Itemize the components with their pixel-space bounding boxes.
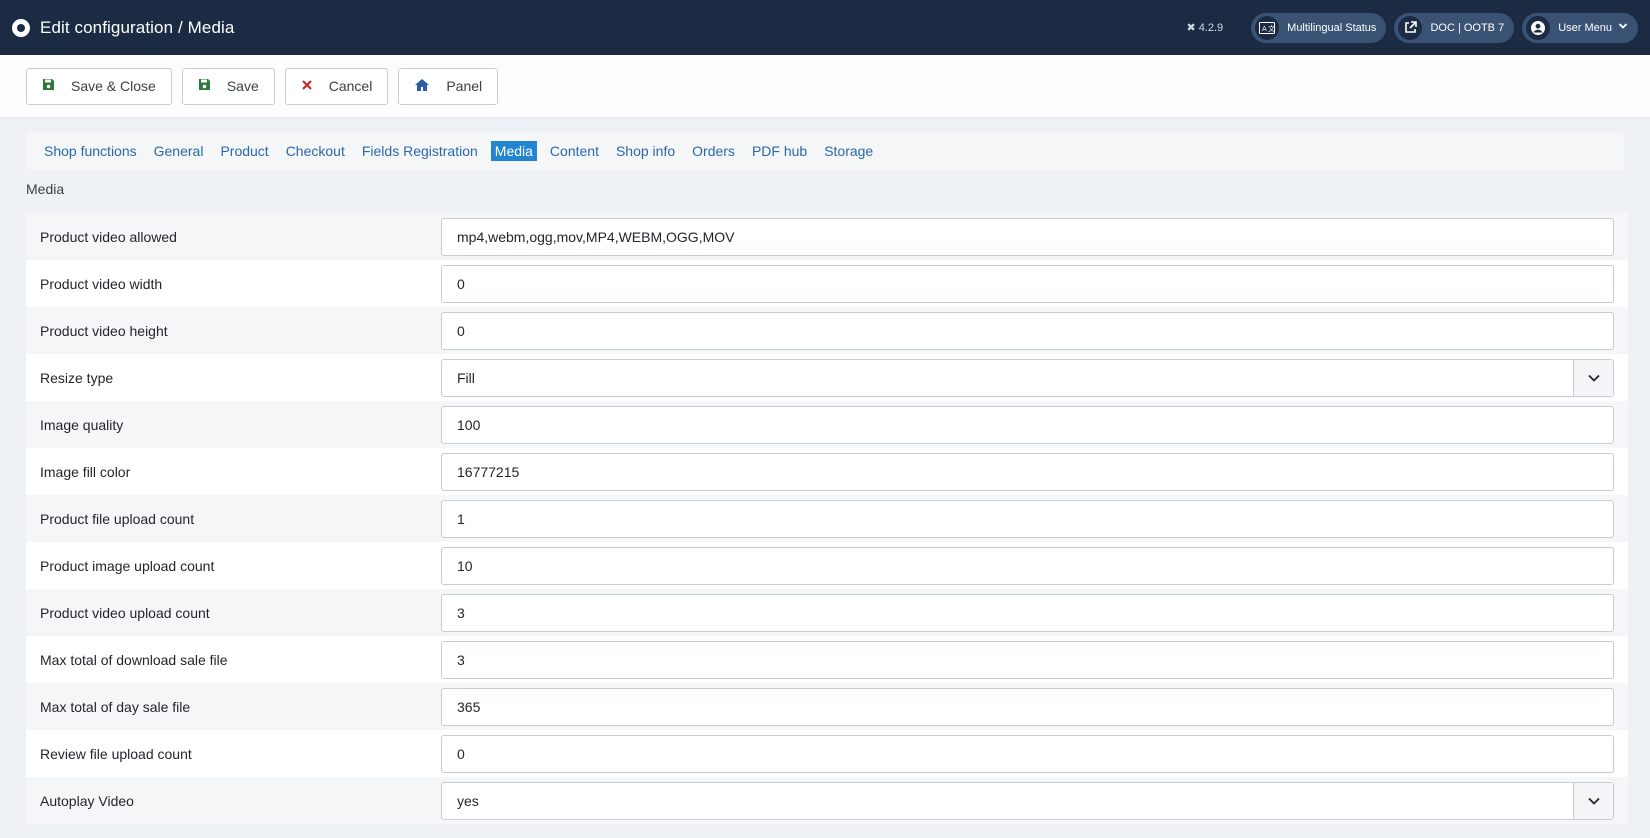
form-row: Max total of download sale file 3 [26, 636, 1628, 683]
select-value: Fill [457, 369, 475, 386]
image-quality-input[interactable]: 100 [441, 405, 1614, 444]
field-label: Image fill color [40, 463, 131, 480]
chevron-down-icon [1618, 21, 1628, 34]
autoplay-video-select[interactable]: yes [441, 781, 1614, 820]
joomla-icon: ✖ [1186, 22, 1196, 34]
save-and-close-label: Save & Close [71, 78, 156, 94]
field-label: Product image upload count [40, 557, 215, 574]
resize-type-select[interactable]: Fill [441, 358, 1614, 397]
multilingual-status-label: Multilingual Status [1287, 21, 1377, 34]
chevron-down-icon [1573, 359, 1613, 396]
form-row: Product video height 0 [26, 307, 1628, 354]
max-day-sale-file-input[interactable]: 365 [441, 687, 1614, 726]
version-info: ✖ 4.2.9 [1186, 21, 1224, 35]
tab-content[interactable]: Content [546, 141, 603, 161]
toolbar: Save & Close Save Cancel Panel [0, 55, 1650, 118]
product-video-allowed-input[interactable]: mp4,webm,ogg,mov,MP4,WEBM,OGG,MOV [441, 217, 1614, 256]
tab-general[interactable]: General [150, 141, 208, 161]
tab-orders[interactable]: Orders [688, 141, 739, 161]
field-label: Product video allowed [40, 228, 177, 245]
save-icon [198, 78, 211, 94]
panel-button[interactable]: Panel [398, 67, 499, 105]
field-label: Product file upload count [40, 510, 195, 527]
form-row: Resize type Fill [26, 354, 1628, 401]
tab-fields-registration[interactable]: Fields Registration [358, 141, 482, 161]
form-row: Product video allowed mp4,webm,ogg,mov,M… [26, 213, 1628, 260]
svg-text:A: A [1262, 25, 1267, 33]
page-title: Edit configuration / Media [40, 17, 235, 37]
field-label: Autoplay Video [40, 792, 134, 809]
panel-label: Panel [446, 78, 483, 94]
user-icon [1526, 15, 1551, 40]
product-file-upload-count-input[interactable]: 1 [441, 499, 1614, 538]
doc-site-button[interactable]: DOC | OOTB 7 [1394, 12, 1515, 43]
form-row: Product file upload count 1 [26, 495, 1628, 542]
doc-site-label: DOC | OOTB 7 [1430, 21, 1505, 34]
review-file-upload-count-input[interactable]: 0 [441, 734, 1614, 773]
save-button[interactable]: Save [181, 67, 275, 105]
close-icon [301, 79, 313, 94]
form-row: Product image upload count 10 [26, 542, 1628, 589]
language-icon: A文 [1255, 15, 1280, 40]
tab-pdf-hub[interactable]: PDF hub [748, 141, 811, 161]
multilingual-status-button[interactable]: A文 Multilingual Status [1251, 12, 1387, 43]
field-label: Product video height [40, 322, 168, 339]
field-label: Review file upload count [40, 745, 192, 762]
field-label: Image quality [40, 416, 124, 433]
section-title: Media [26, 181, 65, 197]
chevron-down-icon [1573, 782, 1613, 819]
config-tabs: Shop functions General Product Checkout … [26, 132, 1624, 170]
tab-product[interactable]: Product [216, 141, 272, 161]
max-download-sale-file-input[interactable]: 3 [441, 640, 1614, 679]
tab-shop-info[interactable]: Shop info [612, 141, 679, 161]
home-icon [414, 78, 430, 95]
user-menu-button[interactable]: User Menu [1522, 12, 1638, 43]
tab-checkout[interactable]: Checkout [282, 141, 349, 161]
form-row: Review file upload count 0 [26, 730, 1628, 777]
save-icon [42, 78, 55, 94]
user-menu-label: User Menu [1558, 21, 1612, 34]
form-row: Image quality 100 [26, 401, 1628, 448]
product-image-upload-count-input[interactable]: 10 [441, 546, 1614, 585]
external-link-icon [1398, 15, 1423, 40]
form-row: Max total of day sale file 365 [26, 683, 1628, 730]
save-label: Save [226, 78, 259, 94]
form-row: Image fill color 16777215 [26, 448, 1628, 495]
field-label: Product video width [40, 275, 163, 292]
field-label: Product video upload count [40, 604, 210, 621]
tab-storage[interactable]: Storage [820, 141, 877, 161]
app-header: Edit configuration / Media ✖ 4.2.9 A文 Mu… [0, 0, 1650, 55]
field-label: Resize type [40, 369, 114, 386]
form-row: Product video upload count 3 [26, 589, 1628, 636]
form-row: Product video width 0 [26, 260, 1628, 307]
field-label: Max total of day sale file [40, 698, 191, 715]
joomla-logo-icon [12, 18, 30, 37]
product-video-height-input[interactable]: 0 [441, 311, 1614, 350]
image-fill-color-input[interactable]: 16777215 [441, 452, 1614, 491]
form-row: Autoplay Video yes [26, 777, 1628, 824]
tab-media[interactable]: Media [490, 141, 537, 161]
product-video-width-input[interactable]: 0 [441, 264, 1614, 303]
cancel-button[interactable]: Cancel [284, 67, 389, 105]
cancel-label: Cancel [328, 78, 373, 94]
save-and-close-button[interactable]: Save & Close [26, 67, 172, 105]
media-settings-form: Product video allowed mp4,webm,ogg,mov,M… [26, 213, 1628, 824]
tab-shop-functions[interactable]: Shop functions [40, 141, 141, 161]
select-value: yes [457, 792, 479, 809]
version-label: 4.2.9 [1198, 21, 1224, 34]
product-video-upload-count-input[interactable]: 3 [441, 593, 1614, 632]
svg-text:文: 文 [1268, 24, 1275, 33]
field-label: Max total of download sale file [40, 651, 228, 668]
